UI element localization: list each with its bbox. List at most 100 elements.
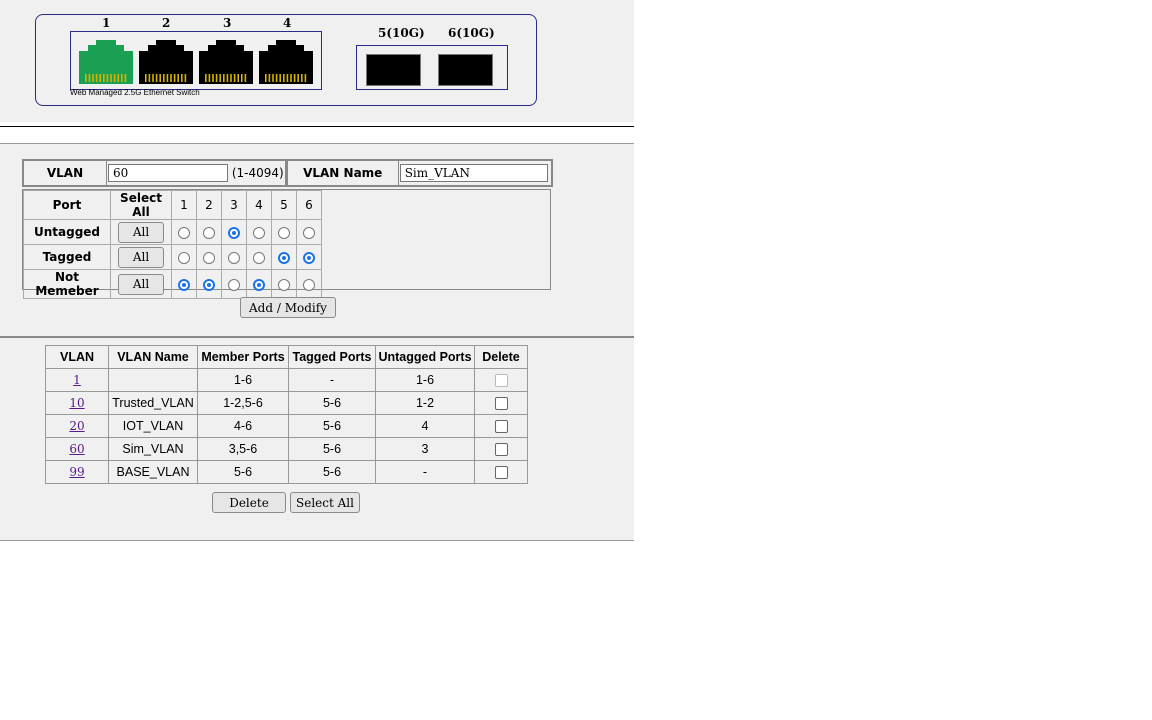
member-ports-column-header: Member Ports <box>197 345 289 369</box>
tagged-port-3-radio[interactable] <box>228 251 240 264</box>
untagged-ports-column-header: Untagged Ports <box>375 345 475 369</box>
tagged-port-2-radio[interactable] <box>203 251 215 264</box>
port-header-4: 4 <box>246 190 272 220</box>
tagged-port-4-radio[interactable] <box>253 251 265 264</box>
divider <box>0 126 634 127</box>
delete-button[interactable]: Delete <box>212 492 286 513</box>
vlan-list-header: VLAN VLAN Name Member Ports Tagged Ports… <box>45 345 528 369</box>
divider <box>0 540 634 541</box>
untagged-port-5-radio[interactable] <box>278 226 290 239</box>
not-member-port-3-radio[interactable] <box>228 278 240 291</box>
vlan-id-link[interactable]: 60 <box>69 442 84 456</box>
select-all-button[interactable]: Select All <box>290 492 360 513</box>
delete-column-header: Delete <box>474 345 528 369</box>
vlan-name-cell: BASE_VLAN <box>108 460 198 484</box>
tagged-port-1-radio[interactable] <box>178 251 190 264</box>
add-modify-button[interactable]: Add / Modify <box>240 297 336 318</box>
member-ports-cell: 5-6 <box>197 460 289 484</box>
port-header-3: 3 <box>221 190 247 220</box>
untagged-label: Untagged <box>23 219 111 245</box>
not-member-all-button[interactable]: All <box>118 273 164 295</box>
port-number-label: 5(10G) <box>378 26 425 40</box>
vlan-id-link[interactable]: 20 <box>69 419 84 433</box>
vlan-name-cell: IOT_VLAN <box>108 414 198 438</box>
vlan-id-link[interactable]: 10 <box>69 396 84 410</box>
not-member-port-4-radio[interactable] <box>253 278 265 291</box>
untagged-port-3-radio[interactable] <box>228 226 240 239</box>
not-member-port-1-radio[interactable] <box>178 278 190 291</box>
tagged-ports-column-header: Tagged Ports <box>288 345 376 369</box>
not-member-row: Not Memeber All <box>23 269 322 299</box>
delete-checkbox[interactable] <box>494 443 508 457</box>
port-header-6: 6 <box>296 190 322 220</box>
tagged-ports-cell: 5-6 <box>288 414 376 438</box>
delete-checkbox[interactable] <box>494 397 508 411</box>
untagged-port-4-radio[interactable] <box>253 226 265 239</box>
untagged-port-2-radio[interactable] <box>203 226 215 239</box>
tagged-ports-cell: 5-6 <box>288 460 376 484</box>
port-header-5: 5 <box>271 190 297 220</box>
vlan-name-label: VLAN Name <box>286 160 399 186</box>
table-row: 20 IOT_VLAN 4-6 5-6 4 <box>45 414 528 438</box>
not-member-port-6-radio[interactable] <box>303 278 315 291</box>
port-column-header: Port <box>23 190 111 220</box>
port-number-label: 2 <box>162 16 171 30</box>
tagged-port-5-radio[interactable] <box>278 251 290 264</box>
rj45-port-1-icon[interactable] <box>79 40 133 84</box>
tagged-ports-cell: 5-6 <box>288 391 376 415</box>
not-member-label: Not Memeber <box>23 269 111 299</box>
member-ports-cell: 4-6 <box>197 414 289 438</box>
port-header-1: 1 <box>171 190 197 220</box>
rj45-port-group <box>70 31 322 90</box>
tagged-label: Tagged <box>23 244 111 270</box>
sfp-port-6-icon[interactable] <box>438 54 493 86</box>
sfp-port-5-icon[interactable] <box>366 54 421 86</box>
vlan-name-cell: Trusted_VLAN <box>108 391 198 415</box>
sfp-port-group <box>356 45 508 90</box>
rj45-port-2-icon[interactable] <box>139 40 193 84</box>
select-all-column-header: Select All <box>110 190 172 220</box>
table-row: 10 Trusted_VLAN 1-2,5-6 5-6 1-2 <box>45 391 528 415</box>
member-ports-cell: 1-6 <box>197 368 289 392</box>
delete-checkbox[interactable] <box>494 374 508 388</box>
delete-checkbox[interactable] <box>494 466 508 480</box>
tagged-all-button[interactable]: All <box>118 246 164 268</box>
rj45-port-3-icon[interactable] <box>199 40 253 84</box>
untagged-ports-cell: 3 <box>375 437 475 461</box>
tagged-port-6-radio[interactable] <box>303 251 315 264</box>
untagged-ports-cell: - <box>375 460 475 484</box>
member-ports-cell: 3,5-6 <box>197 437 289 461</box>
switch-front-panel: 1 2 3 4 5(10G) 6(10G) Web Managed 2.5G E… <box>35 14 537 106</box>
vlan-id-link[interactable]: 99 <box>69 465 84 479</box>
vlan-name-column-header: VLAN Name <box>108 345 198 369</box>
port-number-label: 1 <box>102 16 111 30</box>
tagged-row: Tagged All <box>23 244 322 270</box>
delete-checkbox[interactable] <box>494 420 508 434</box>
switch-model-caption: Web Managed 2.5G Ethernet Switch <box>70 88 200 97</box>
untagged-ports-cell: 1-6 <box>375 368 475 392</box>
vlan-id-input[interactable] <box>108 164 228 182</box>
tagged-ports-cell: - <box>288 368 376 392</box>
vlan-column-header: VLAN <box>45 345 109 369</box>
port-header-2: 2 <box>196 190 222 220</box>
not-member-port-2-radio[interactable] <box>203 278 215 291</box>
rj45-port-4-icon[interactable] <box>259 40 313 84</box>
vlan-id-label: VLAN <box>23 160 107 186</box>
vlan-id-link[interactable]: 1 <box>73 373 81 387</box>
untagged-port-1-radio[interactable] <box>178 226 190 239</box>
port-number-label: 3 <box>223 16 232 30</box>
vlan-list-table: VLAN VLAN Name Member Ports Tagged Ports… <box>45 345 528 484</box>
table-row: 99 BASE_VLAN 5-6 5-6 - <box>45 460 528 484</box>
port-membership-table: Port Select All 1 2 3 4 5 6 Untagged All… <box>23 190 322 299</box>
table-row: 1 1-6 - 1-6 <box>45 368 528 392</box>
untagged-all-button[interactable]: All <box>118 221 164 243</box>
untagged-port-6-radio[interactable] <box>303 226 315 239</box>
untagged-ports-cell: 1-2 <box>375 391 475 415</box>
vlan-form: VLAN (1-4094) VLAN Name <box>22 159 553 187</box>
not-member-port-5-radio[interactable] <box>278 278 290 291</box>
vlan-range-hint: (1-4094) <box>231 166 284 180</box>
untagged-ports-cell: 4 <box>375 414 475 438</box>
vlan-name-input[interactable] <box>399 164 548 182</box>
table-row: 60 Sim_VLAN 3,5-6 5-6 3 <box>45 437 528 461</box>
tagged-ports-cell: 5-6 <box>288 437 376 461</box>
